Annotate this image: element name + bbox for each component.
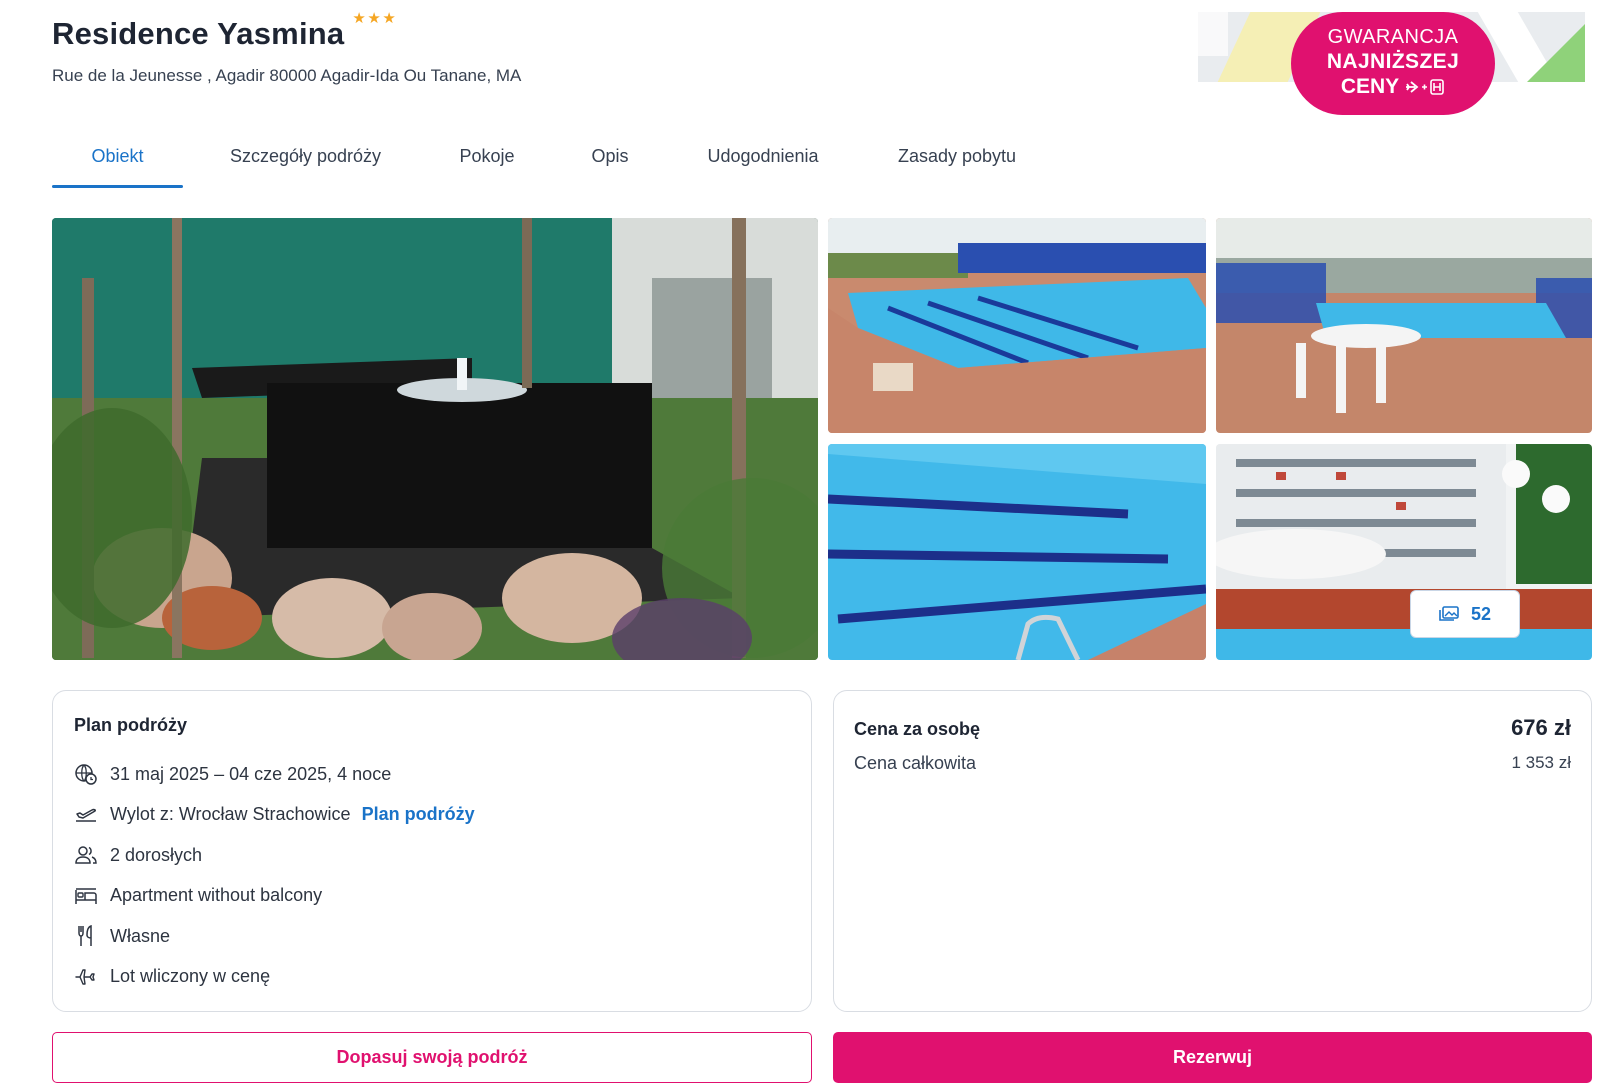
plane-departure-icon (76, 808, 96, 822)
gallery-icon (1439, 606, 1459, 621)
users-icon (75, 846, 97, 864)
calendar-globe-icon (75, 764, 97, 785)
photo-pool-1[interactable] (828, 218, 1206, 433)
guests-row: 2 dorosłych (74, 835, 790, 876)
badge-line-2: NAJNIŻSZEJ (1326, 50, 1460, 73)
trip-plan-title: Plan podróży (74, 715, 188, 735)
board-type: Własne (110, 925, 171, 946)
bed-icon (75, 888, 97, 904)
price-guarantee-banner: GWARANCJA NAJNIŻSZEJ CENY (1198, 12, 1585, 115)
fork-knife-icon (78, 925, 92, 947)
badge-line-3-text: CENY (1340, 75, 1400, 98)
section-tabs: Obiekt Szczegóły podróży Pokoje Opis Udo… (52, 138, 1062, 188)
hotel-address: Rue de la Jeunesse , Agadir 80000 Agadir… (52, 66, 522, 85)
tab-pokoje[interactable]: Pokoje (428, 138, 546, 188)
customize-trip-button[interactable]: Dopasuj swoją podróż (52, 1032, 812, 1083)
plane-icon (75, 969, 95, 985)
star-rating: ★ ★ ★ (352, 10, 396, 27)
board-row: Własne (74, 916, 790, 957)
price-total-value: 1 353 zł (1511, 753, 1571, 772)
trip-dates-row: 31 maj 2025 – 04 cze 2025, 4 noce (74, 754, 790, 795)
star-icon: ★ (367, 10, 381, 27)
photo-pool-2[interactable] (1216, 218, 1592, 433)
hotel-name: Residence Yasmina (52, 16, 345, 51)
star-icon: ★ (352, 10, 366, 27)
guests-count: 2 dorosłych (110, 844, 203, 865)
trip-plan-list: 31 maj 2025 – 04 cze 2025, 4 noce Wylot … (74, 754, 790, 997)
tab-opis[interactable]: Opis (546, 138, 674, 188)
badge-line-1: GWARANCJA (1327, 26, 1459, 48)
room-type: Apartment without balcony (110, 885, 323, 906)
trip-plan-card: Plan podróży 31 maj 2025 – 04 cze 2025, … (52, 690, 812, 1012)
book-button[interactable]: Rezerwuj (833, 1032, 1592, 1083)
price-total-row: Cena całkowita 1 353 zł (854, 753, 1571, 774)
plane-plus-hotel-icon (1406, 79, 1444, 95)
badge-line-3: CENY (1291, 75, 1495, 99)
photo-main-fountain-garden[interactable] (52, 218, 818, 660)
tab-obiekt[interactable]: Obiekt (52, 138, 183, 188)
price-total-label: Cena całkowita (854, 753, 977, 773)
flight-row: Lot wliczony w cenę (74, 957, 790, 998)
tab-udogodnienia[interactable]: Udogodnienia (674, 138, 852, 188)
photo-count-value: 52 (1470, 603, 1492, 624)
departure-row: Wylot z: Wrocław Strachowice Plan podróż… (74, 795, 790, 836)
flight-included: Lot wliczony w cenę (110, 966, 271, 987)
trip-dates: 31 maj 2025 – 04 cze 2025, 4 noce (110, 763, 392, 784)
price-per-person-row: Cena za osobę 676 zł (854, 715, 1571, 741)
price-per-person-label: Cena za osobę (854, 719, 981, 739)
photo-pool-3[interactable] (828, 444, 1206, 660)
price-per-person-value: 676 zł (1511, 715, 1571, 740)
room-row: Apartment without balcony (74, 876, 790, 917)
photo-gallery (52, 218, 1592, 660)
hotel-header: Residence Yasmina ★ ★ ★ Rue de la Jeunes… (52, 10, 521, 86)
star-icon: ★ (382, 10, 396, 27)
price-card: Cena za osobę 676 zł Cena całkowita 1 35… (833, 690, 1592, 1012)
photo-hotel-building[interactable] (1216, 444, 1592, 660)
tab-szczegoly-podrozy[interactable]: Szczegóły podróży (183, 138, 428, 188)
trip-plan-link[interactable]: Plan podróży (362, 804, 475, 825)
tab-zasady-pobytu[interactable]: Zasady pobytu (852, 138, 1062, 188)
photo-count-button[interactable]: 52 (1410, 590, 1520, 638)
departure-airport: Wylot z: Wrocław Strachowice (110, 804, 351, 825)
lowest-price-guarantee-badge: GWARANCJA NAJNIŻSZEJ CENY (1291, 12, 1495, 115)
